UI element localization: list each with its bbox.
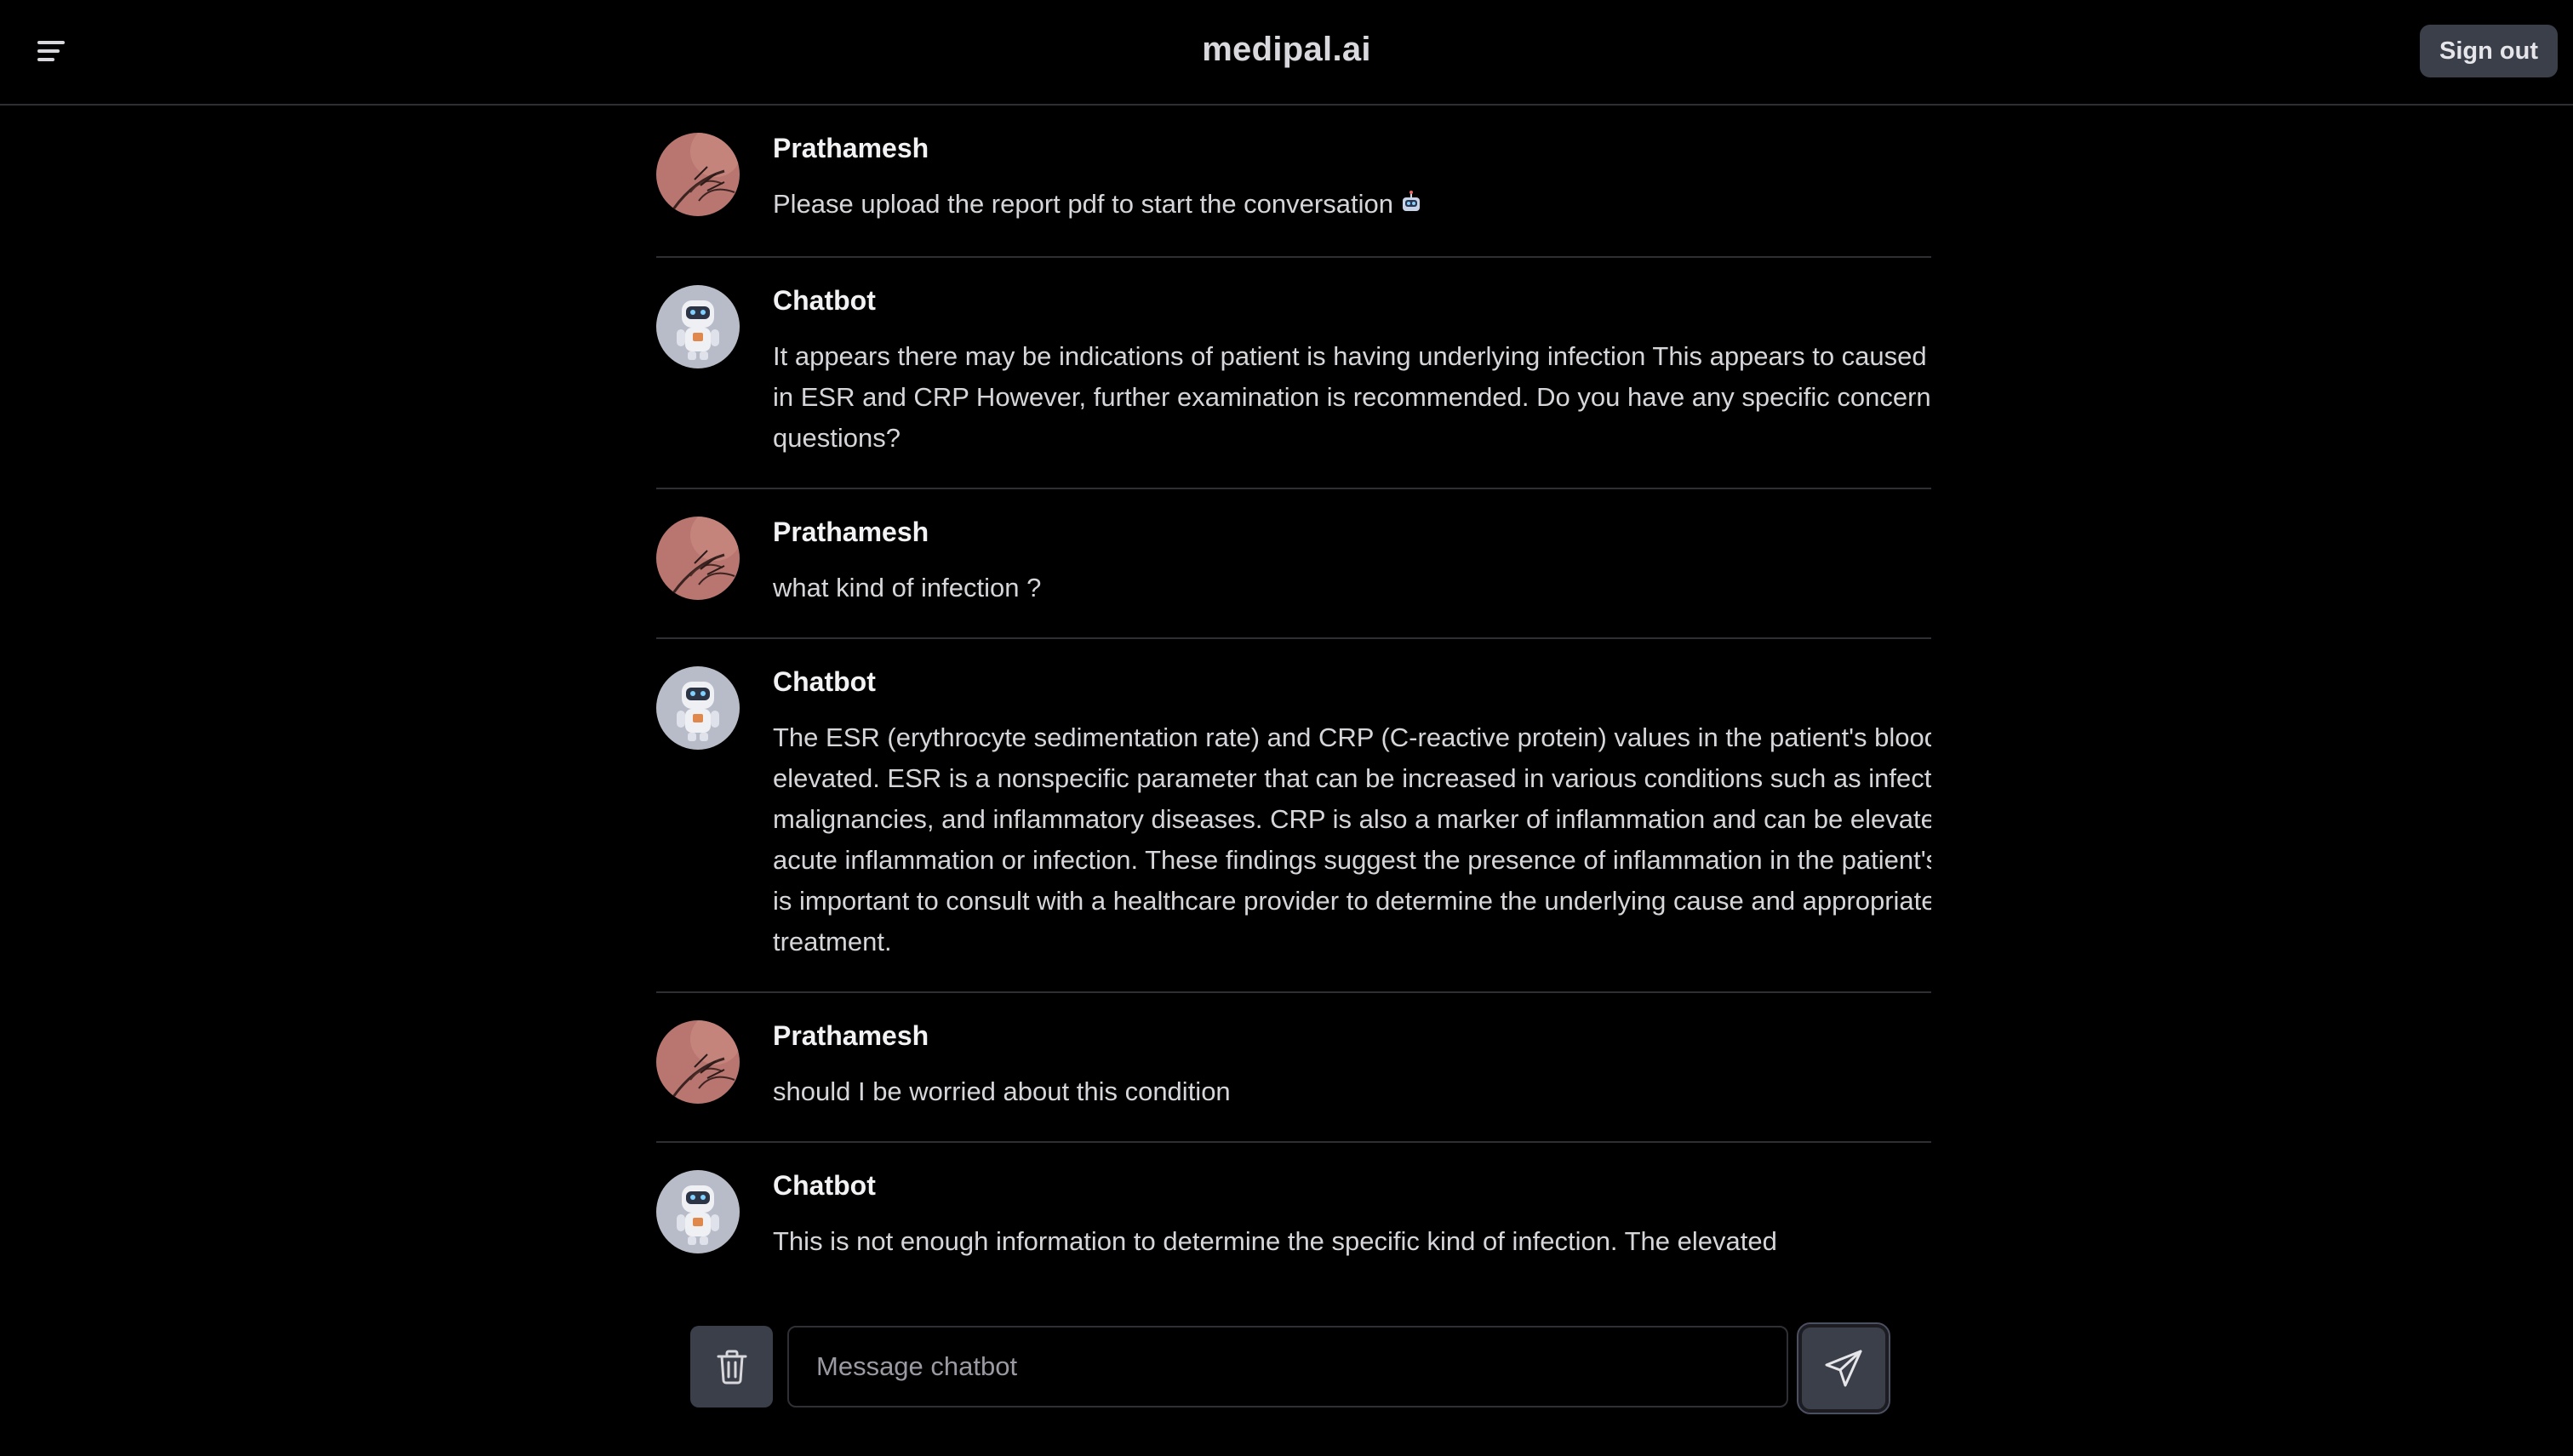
- message-sender: Prathamesh: [773, 1020, 929, 1051]
- app-root: medipal.ai Sign out Prathamesh Please up…: [0, 0, 2573, 1456]
- message-text: what kind of infection ?: [773, 573, 1042, 602]
- message-bot: Chatbot This is not enough information t…: [656, 1143, 1931, 1291]
- user-avatar: [656, 517, 740, 600]
- app-title: medipal.ai: [1202, 31, 1371, 68]
- message-text: This is not enough information to determ…: [773, 1226, 1777, 1256]
- chatbot-avatar: [656, 285, 740, 368]
- user-avatar: [656, 133, 740, 216]
- sign-out-button[interactable]: Sign out: [2420, 25, 2558, 77]
- top-bar: medipal.ai Sign out: [0, 0, 2573, 106]
- chatbot-avatar: [656, 666, 740, 750]
- send-icon: [1825, 1350, 1862, 1387]
- message-user: Prathamesh what kind of infection ?: [656, 489, 1931, 639]
- message-sender: Chatbot: [773, 1170, 876, 1201]
- user-avatar: [656, 1020, 740, 1104]
- clear-chat-button[interactable]: [690, 1326, 773, 1407]
- message-text: It appears there may be indications of p…: [773, 341, 1931, 453]
- message-sender: Prathamesh: [773, 133, 929, 163]
- message-input[interactable]: [787, 1326, 1788, 1407]
- message-text: should I be worried about this condition: [773, 1076, 1231, 1106]
- message-sender: Chatbot: [773, 666, 876, 697]
- send-button[interactable]: [1797, 1322, 1890, 1414]
- message-user: Prathamesh should I be worried about thi…: [656, 993, 1931, 1143]
- message-text: The ESR (erythrocyte sedimentation rate)…: [773, 722, 1931, 956]
- message-bot: Chatbot It appears there may be indicati…: [656, 258, 1931, 489]
- message-user: Prathamesh Please upload the report pdf …: [656, 106, 1931, 258]
- chat-thread[interactable]: Prathamesh Please upload the report pdf …: [656, 106, 1931, 1297]
- message-bot: Chatbot The ESR (erythrocyte sedimentati…: [656, 639, 1931, 993]
- message-text: Please upload the report pdf to start th…: [773, 184, 1931, 227]
- message-composer: [690, 1322, 1890, 1414]
- robot-emoji-icon: [1398, 186, 1424, 227]
- chatbot-avatar: [656, 1170, 740, 1253]
- message-sender: Chatbot: [773, 285, 876, 316]
- message-sender: Prathamesh: [773, 517, 929, 547]
- trash-icon: [717, 1350, 746, 1385]
